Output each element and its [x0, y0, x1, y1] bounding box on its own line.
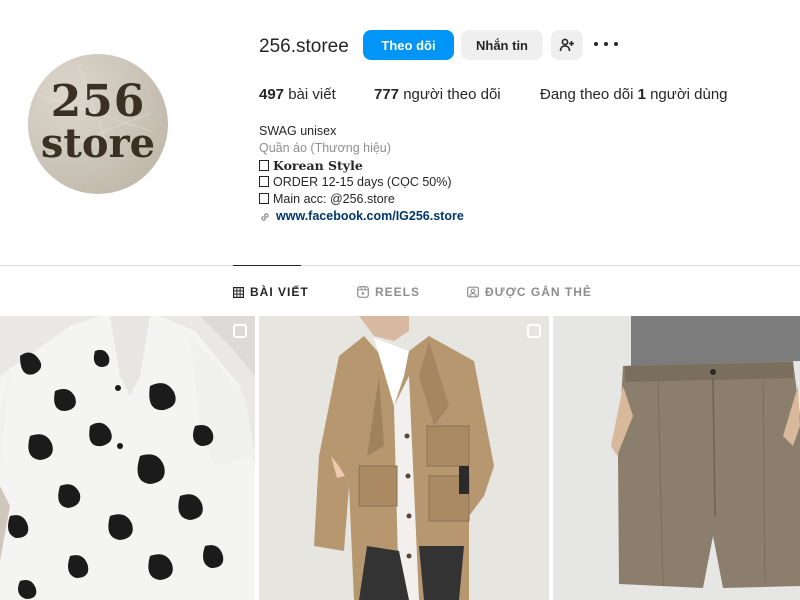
tab-reels[interactable]: REELS [357, 285, 420, 299]
bio-line-3: Main acc: @256.store [259, 191, 395, 208]
missing-glyph-icon [259, 176, 269, 187]
link-icon [261, 212, 269, 221]
followers-stat[interactable]: 777 người theo dõi [374, 86, 501, 103]
posts-stat: 497 bài viết [259, 86, 336, 103]
bio-link-text: www.facebook.com/IG256.store [276, 209, 464, 223]
bio-link[interactable]: www.facebook.com/IG256.store [259, 208, 464, 225]
following-label: người dùng [650, 86, 728, 103]
tagged-icon [467, 286, 479, 298]
multi-photo-icon [233, 324, 247, 338]
profile-avatar[interactable]: 256 store [28, 54, 168, 194]
profile-username: 256.storee [259, 36, 349, 57]
tab-posts[interactable]: BÀI VIẾT [233, 285, 309, 299]
taupe-shorts-photo [553, 316, 800, 600]
following-prefix: Đang theo dõi [540, 86, 634, 103]
bio-category: Quần áo (Thương hiệu) [259, 141, 391, 155]
following-stat[interactable]: Đang theo dõi 1 người dùng [540, 86, 728, 103]
tabs-divider [0, 265, 800, 266]
tab-tagged-label: ĐƯỢC GẮN THẺ [485, 285, 592, 299]
missing-glyph-icon [259, 160, 269, 171]
posts-label: bài viết [288, 86, 336, 103]
bio-line-2-text: ORDER 12-15 days (CỌC 50%) [273, 175, 452, 189]
tab-posts-label: BÀI VIẾT [250, 285, 309, 299]
post-tile[interactable] [0, 316, 255, 600]
bio-line-2: ORDER 12-15 days (CỌC 50%) [259, 174, 452, 191]
following-count: 1 [637, 86, 646, 103]
bio-line-1-text: Korean Style [273, 158, 363, 173]
bio-name: SWAG unisex [259, 124, 337, 138]
bio-line-3-text: Main acc: @256.store [273, 192, 395, 206]
follow-button[interactable]: Theo dõi [363, 30, 454, 60]
multi-photo-icon [527, 324, 541, 338]
tab-reels-label: REELS [375, 285, 421, 299]
bio-line-1: Korean Style [259, 157, 363, 174]
avatar-word: store [40, 120, 156, 167]
active-tab-indicator [233, 265, 301, 266]
grid-icon [233, 286, 244, 298]
followers-label: người theo dõi [403, 86, 501, 103]
post-tile[interactable] [553, 316, 800, 600]
more-options-icon[interactable] [594, 36, 618, 52]
khaki-jacket-photo [259, 316, 549, 600]
post-tile[interactable] [259, 316, 549, 600]
tab-tagged[interactable]: ĐƯỢC GẮN THẺ [467, 285, 592, 299]
suggest-users-button[interactable] [551, 30, 583, 60]
message-button[interactable]: Nhắn tin [461, 30, 543, 60]
posts-count: 497 [259, 86, 285, 103]
missing-glyph-icon [259, 193, 269, 204]
reels-icon [357, 286, 369, 298]
followers-count: 777 [374, 86, 400, 103]
floral-shirt-photo [0, 316, 255, 600]
add-user-icon [559, 38, 574, 52]
